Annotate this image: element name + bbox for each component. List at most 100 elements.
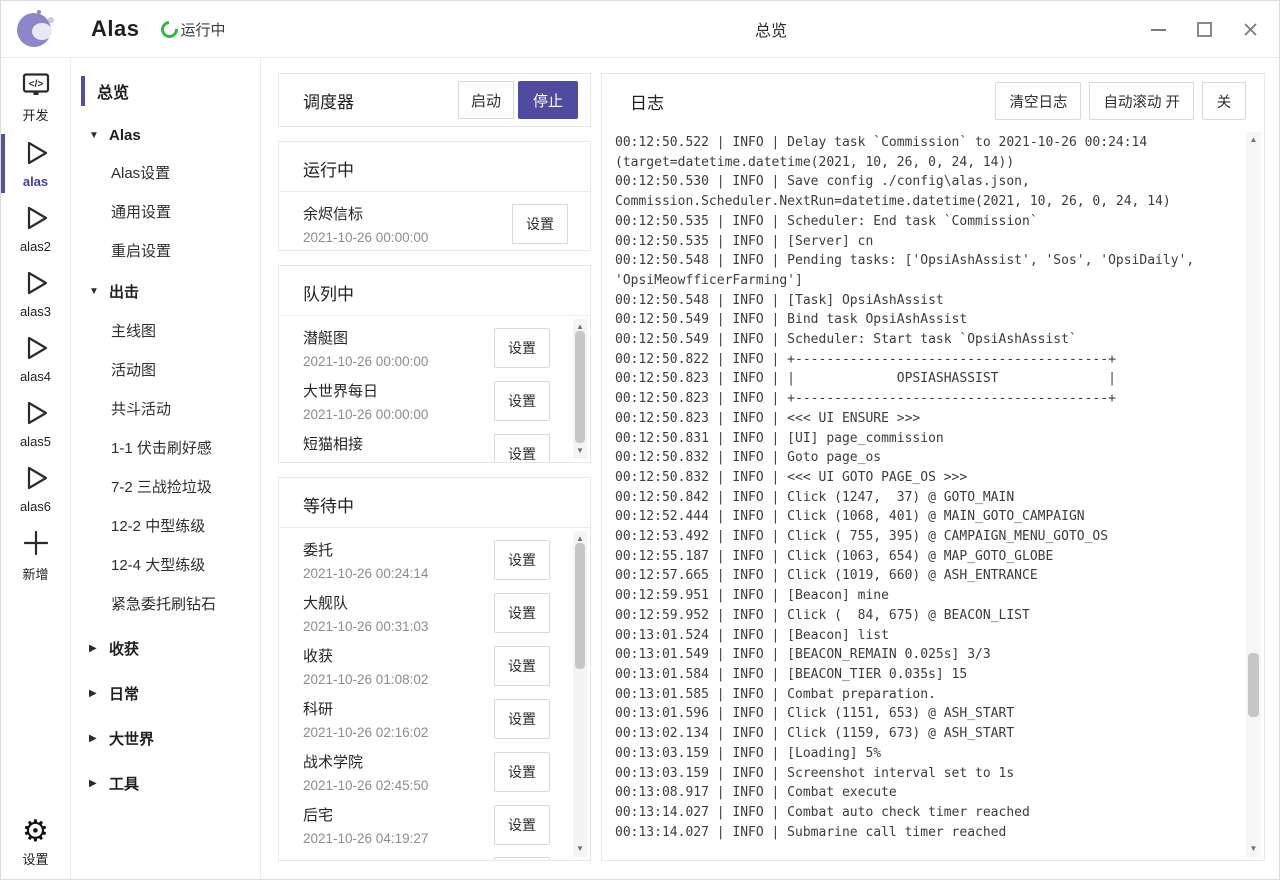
menu-group-reward[interactable]: 收获 bbox=[71, 629, 260, 668]
menu-group-combat[interactable]: 出击 bbox=[71, 272, 260, 311]
log-line: 00:12:52.444 | INFO | Click (1068, 401) … bbox=[615, 507, 1234, 527]
nav-add[interactable]: 新增 bbox=[1, 521, 70, 590]
spinner-icon bbox=[158, 17, 182, 41]
nav-instance[interactable]: alas6 bbox=[1, 456, 70, 521]
scroll-down-icon[interactable]: ▼ bbox=[1246, 843, 1261, 855]
nav-instance[interactable]: alas bbox=[1, 131, 70, 196]
menu-item[interactable]: 重启设置 bbox=[71, 231, 260, 270]
task-name: 大世界每日 bbox=[303, 380, 494, 401]
scheduler-title: 调度器 bbox=[303, 88, 458, 113]
waiting-scrollbar[interactable]: ▲ ▼ bbox=[573, 531, 587, 857]
log-line: 00:13:01.549 | INFO | [BEACON_REMAIN 0.0… bbox=[615, 645, 1234, 665]
queued-panel: 队列中 潜艇图 2021-10-26 00:00:00 设置 bbox=[278, 265, 591, 463]
log-line: 00:12:50.823 | INFO | <<< UI ENSURE >>> bbox=[615, 409, 1234, 429]
svg-text:</>: </> bbox=[28, 79, 43, 90]
nav-instance-label: alas bbox=[23, 174, 48, 189]
nav-instance[interactable]: alas5 bbox=[1, 391, 70, 456]
log-line: 00:13:14.027 | INFO | Submarine call tim… bbox=[615, 823, 1234, 843]
menu-item[interactable]: 1-1 伏击刷好感 bbox=[71, 428, 260, 467]
stop-button[interactable]: 停止 bbox=[518, 81, 578, 119]
autoscroll-button[interactable]: 自动滚动 开 bbox=[1089, 82, 1194, 120]
scrollbar-thumb[interactable] bbox=[575, 543, 585, 669]
scroll-down-icon[interactable]: ▼ bbox=[573, 445, 587, 457]
close-icon[interactable] bbox=[1242, 21, 1259, 38]
nav-instance-label: alas4 bbox=[20, 369, 51, 384]
menu-item[interactable]: 紧急委托刷钻石 bbox=[71, 584, 260, 623]
menu-item-overview[interactable]: 总览 bbox=[71, 74, 260, 108]
app-body: </> 开发 alas alas2 bbox=[1, 58, 1279, 879]
task-setting-button[interactable]: 设置 bbox=[494, 434, 550, 462]
log-output[interactable]: 00:12:50.522 | INFO | Delay task `Commis… bbox=[602, 128, 1264, 860]
window-controls bbox=[1150, 1, 1259, 57]
start-button[interactable]: 启动 bbox=[458, 81, 514, 119]
task-setting-button[interactable]: 设置 bbox=[494, 593, 550, 633]
menu-item[interactable]: 通用设置 bbox=[71, 192, 260, 231]
task-row: 科研 2021-10-26 02:16:02 设置 bbox=[279, 687, 590, 740]
nav-settings[interactable]: ⚙ 设置 bbox=[1, 809, 70, 875]
menu-item[interactable]: 活动图 bbox=[71, 350, 260, 389]
log-line: 00:13:14.027 | INFO | Combat auto check … bbox=[615, 803, 1234, 823]
log-line: 00:12:50.842 | INFO | Click (1247, 37) @… bbox=[615, 488, 1234, 508]
nav-instance[interactable]: alas4 bbox=[1, 326, 70, 391]
menu-group-daily[interactable]: 日常 bbox=[71, 674, 260, 713]
task-name: 后宅 bbox=[303, 804, 494, 825]
task-setting-button[interactable]: 设置 bbox=[494, 328, 550, 368]
menu-item[interactable]: 主线图 bbox=[71, 311, 260, 350]
task-time: 2021-10-26 00:00:00 bbox=[303, 230, 512, 245]
log-line: 00:12:50.548 | INFO | Pending tasks: ['O… bbox=[615, 251, 1234, 271]
task-setting-button[interactable]: 设置 bbox=[494, 752, 550, 792]
queued-title: 队列中 bbox=[279, 280, 590, 305]
scrollbar-thumb[interactable] bbox=[575, 331, 585, 443]
log-line: 00:12:57.665 | INFO | Click (1019, 660) … bbox=[615, 566, 1234, 586]
page-title: 总览 bbox=[755, 17, 787, 41]
menu-group-label: 收获 bbox=[109, 638, 139, 659]
maximize-icon[interactable] bbox=[1196, 21, 1213, 38]
log-scrollbar[interactable]: ▲ ▼ bbox=[1246, 132, 1261, 857]
nav-dev[interactable]: </> 开发 bbox=[1, 64, 70, 131]
log-line: 00:12:50.549 | INFO | Bind task OpsiAshA… bbox=[615, 310, 1234, 330]
run-status: 运行中 bbox=[161, 19, 225, 40]
task-setting-button[interactable]: 设置 bbox=[494, 381, 550, 421]
nav-rail: </> 开发 alas alas2 bbox=[1, 58, 71, 879]
task-setting-button[interactable]: 设置 bbox=[494, 805, 550, 845]
menu-item[interactable]: 12-4 大型练级 bbox=[71, 545, 260, 584]
menu-item[interactable]: 12-2 中型练级 bbox=[71, 506, 260, 545]
nav-instance[interactable]: alas2 bbox=[1, 196, 70, 261]
menu-group-tool[interactable]: 工具 bbox=[71, 764, 260, 803]
task-setting-button[interactable]: 设置 bbox=[494, 540, 550, 580]
task-time: 2021-10-26 04:19:27 bbox=[303, 831, 494, 846]
nav-instance-label: alas6 bbox=[20, 499, 51, 514]
play-icon bbox=[22, 269, 50, 302]
nav-instance[interactable]: alas3 bbox=[1, 261, 70, 326]
plus-icon bbox=[22, 529, 50, 562]
task-time: 2021-10-26 00:31:03 bbox=[303, 619, 494, 634]
clear-log-button[interactable]: 清空日志 bbox=[995, 82, 1081, 120]
scroll-up-icon[interactable]: ▲ bbox=[1246, 134, 1261, 146]
task-time: 2021-10-26 00:00:00 bbox=[303, 407, 494, 422]
log-line: 00:12:50.535 | INFO | Scheduler: End tas… bbox=[615, 212, 1234, 232]
task-setting-button[interactable]: 设置 bbox=[494, 699, 550, 739]
menu-item[interactable]: Alas设置 bbox=[71, 153, 260, 192]
menu-item[interactable]: 7-2 三战捡垃圾 bbox=[71, 467, 260, 506]
task-row: 余烬信标 2021-10-26 00:00:00 设置 bbox=[279, 192, 590, 245]
queued-scrollbar[interactable]: ▲ ▼ bbox=[573, 319, 587, 459]
minimize-icon[interactable] bbox=[1150, 21, 1167, 38]
menu-item[interactable]: 共斗活动 bbox=[71, 389, 260, 428]
task-row: 潜艇图 2021-10-26 00:00:00 设置 bbox=[279, 316, 590, 369]
scrollbar-thumb[interactable] bbox=[1248, 653, 1259, 717]
log-line: 00:13:01.524 | INFO | [Beacon] list bbox=[615, 626, 1234, 646]
task-time: 2021-10-26 02:45:50 bbox=[303, 778, 494, 793]
nav-instance-label: alas2 bbox=[20, 239, 51, 254]
menu-group-alas[interactable]: Alas bbox=[71, 118, 260, 153]
menu-group-opsi[interactable]: 大世界 bbox=[71, 719, 260, 758]
nav-dev-label: 开发 bbox=[22, 105, 48, 124]
waiting-panel: 等待中 委托 2021-10-26 00:24:14 设置 bbox=[278, 477, 591, 861]
log-off-button[interactable]: 关 bbox=[1202, 82, 1246, 120]
scheduler-panel: 调度器 启动 停止 bbox=[278, 73, 591, 127]
scroll-down-icon[interactable]: ▼ bbox=[573, 843, 587, 855]
task-setting-button[interactable]: 设置 bbox=[494, 646, 550, 686]
task-name: 大舰队 bbox=[303, 592, 494, 613]
task-row: 收获 2021-10-26 01:08:02 设置 bbox=[279, 634, 590, 687]
task-setting-button[interactable]: 设置 bbox=[494, 857, 550, 860]
task-setting-button[interactable]: 设置 bbox=[512, 204, 568, 244]
